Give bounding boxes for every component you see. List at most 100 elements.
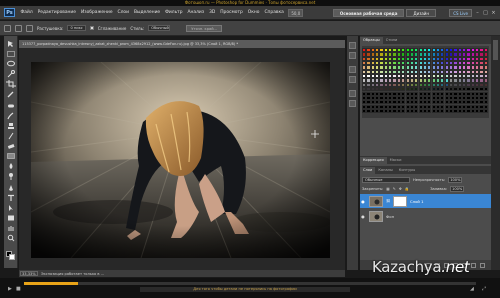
- layer-name[interactable]: Слой 1: [410, 199, 424, 204]
- visibility-eye-icon[interactable]: ●: [360, 214, 366, 219]
- layer-mask-thumbnail[interactable]: [393, 195, 407, 207]
- fill-label: Заливка:: [430, 186, 448, 191]
- shape-tool-icon[interactable]: [6, 214, 16, 222]
- menu-select[interactable]: Выделение: [131, 10, 162, 15]
- document-tab[interactable]: 115377_porpadnaya_devushka_intresnyj_zak…: [19, 40, 345, 48]
- menu-filter[interactable]: Фильтр: [163, 10, 185, 15]
- layer-row-1[interactable]: ● ⛓ Слой 1: [360, 194, 491, 208]
- actions-panel-icon[interactable]: [349, 52, 356, 59]
- tab-styles[interactable]: Стили: [383, 37, 401, 44]
- layer-name[interactable]: Фон: [386, 214, 394, 219]
- brush-tool-icon[interactable]: [6, 112, 16, 120]
- color-swatch[interactable]: [483, 108, 488, 114]
- brushes-panel-icon[interactable]: [349, 90, 356, 97]
- layers-panel-tabs: Слои Каналы Контуры: [360, 166, 491, 174]
- add-selection-icon[interactable]: [26, 24, 33, 32]
- lasso-tool-icon[interactable]: [6, 60, 16, 68]
- menu-file[interactable]: Файл: [18, 10, 35, 15]
- history-panel-icon[interactable]: [349, 42, 356, 49]
- clone-stamp-tool-icon[interactable]: [6, 122, 16, 130]
- window-controls: CS Live – □ ×: [449, 9, 496, 17]
- history-brush-tool-icon[interactable]: [6, 132, 16, 140]
- blur-tool-icon[interactable]: [6, 162, 16, 170]
- workspace-essentials-button[interactable]: Основная рабочая среда: [332, 9, 405, 17]
- eyedropper-tool-icon[interactable]: [6, 90, 16, 98]
- antialias-checkbox[interactable]: [89, 26, 94, 30]
- swatches-grid[interactable]: [362, 46, 489, 118]
- lock-move-icon[interactable]: ✥: [399, 187, 402, 191]
- new-selection-icon[interactable]: [15, 24, 22, 32]
- menu-analysis[interactable]: Анализ: [185, 10, 207, 15]
- mask-link-icon[interactable]: ⛓: [386, 199, 390, 203]
- eraser-tool-icon[interactable]: [6, 142, 16, 150]
- zoom-level-dropdown[interactable]: 50,0: [288, 8, 304, 17]
- photo-canvas[interactable]: [31, 62, 330, 258]
- layer-thumbnail[interactable]: [369, 210, 383, 222]
- marquee-tool-icon[interactable]: [4, 24, 11, 32]
- path-select-tool-icon[interactable]: [6, 204, 16, 212]
- menu-image[interactable]: Изображение: [78, 10, 115, 15]
- paragraph-panel-icon[interactable]: [349, 76, 356, 83]
- lock-transparency-icon[interactable]: ▦: [386, 187, 389, 191]
- cs-live-button[interactable]: CS Live: [449, 9, 472, 17]
- panel-scrollbar[interactable]: [491, 36, 500, 270]
- minimize-icon[interactable]: –: [475, 10, 480, 16]
- style-select[interactable]: Обычный: [148, 25, 171, 31]
- lock-label: Закрепить:: [362, 186, 384, 191]
- background-color-swatch[interactable]: [9, 254, 15, 260]
- watermark: Kazachya.net: [372, 258, 470, 276]
- close-icon[interactable]: ×: [491, 10, 496, 16]
- canvas-area[interactable]: [19, 48, 345, 270]
- crop-tool-icon[interactable]: [6, 80, 16, 88]
- refine-edge-button[interactable]: Уточн. край...: [186, 24, 222, 32]
- tab-adjustments[interactable]: Коррекция: [360, 157, 387, 164]
- tab-layers[interactable]: Слои: [360, 167, 376, 174]
- gradient-tool-icon[interactable]: [6, 152, 16, 160]
- menu-window[interactable]: Окно: [245, 10, 262, 15]
- visibility-eye-icon[interactable]: ●: [360, 199, 366, 204]
- layer-row-background[interactable]: ● Фон: [360, 209, 491, 223]
- hand-tool-icon[interactable]: [6, 224, 16, 232]
- healing-brush-tool-icon[interactable]: [6, 102, 16, 110]
- workspace-design-button[interactable]: Дизайн: [406, 9, 436, 17]
- menu-view[interactable]: Просмотр: [218, 10, 246, 15]
- delete-layer-icon[interactable]: [480, 262, 485, 268]
- new-layer-icon[interactable]: [471, 262, 476, 268]
- move-tool-icon[interactable]: [6, 40, 16, 48]
- type-tool-icon[interactable]: [6, 194, 16, 202]
- dodge-tool-icon[interactable]: [6, 172, 16, 180]
- antialias-label: Сглаживание: [97, 25, 127, 31]
- tab-channels[interactable]: Каналы: [375, 167, 395, 174]
- marquee-tool-icon[interactable]: [6, 50, 16, 58]
- fullscreen-icon[interactable]: ⤢: [482, 287, 486, 292]
- lock-all-icon[interactable]: 🔒: [405, 187, 409, 191]
- pen-tool-icon[interactable]: [6, 184, 16, 192]
- zoom-field[interactable]: 33,33%: [20, 271, 38, 276]
- tab-paths[interactable]: Контуры: [396, 167, 418, 174]
- status-bar: 33,33% Экспозиция работает только в ...: [19, 270, 345, 277]
- fill-input[interactable]: 100%: [450, 185, 465, 192]
- zoom-tool-icon[interactable]: [6, 234, 16, 242]
- menu-layers[interactable]: Слои: [115, 10, 131, 15]
- blend-mode-select[interactable]: Обычные: [362, 176, 410, 183]
- opacity-input[interactable]: 100%: [448, 176, 463, 183]
- clone-source-panel-icon[interactable]: [349, 100, 356, 107]
- volume-icon[interactable]: ◢: [470, 287, 474, 292]
- character-panel-icon[interactable]: [349, 66, 356, 73]
- maximize-icon[interactable]: □: [483, 10, 488, 16]
- feather-input[interactable]: 0 пикс: [67, 25, 86, 31]
- tab-swatches[interactable]: Образцы: [360, 37, 383, 44]
- menu-edit[interactable]: Редактирование: [35, 10, 78, 15]
- lock-paint-icon[interactable]: ✎: [393, 187, 396, 191]
- play-icon[interactable]: ▶: [8, 287, 12, 292]
- app-logo[interactable]: Ps: [4, 8, 15, 17]
- layer-thumbnail[interactable]: [369, 195, 383, 207]
- status-info[interactable]: Экспозиция работает только в ...: [41, 272, 104, 276]
- playback-progress[interactable]: [24, 282, 476, 285]
- quick-select-tool-icon[interactable]: [6, 70, 16, 78]
- stop-icon[interactable]: ■: [16, 287, 21, 292]
- tab-masks[interactable]: Маски: [387, 157, 405, 164]
- menu-3d[interactable]: 3D: [207, 10, 218, 15]
- scrollbar-thumb[interactable]: [493, 40, 498, 60]
- menu-help[interactable]: Справка: [262, 10, 286, 15]
